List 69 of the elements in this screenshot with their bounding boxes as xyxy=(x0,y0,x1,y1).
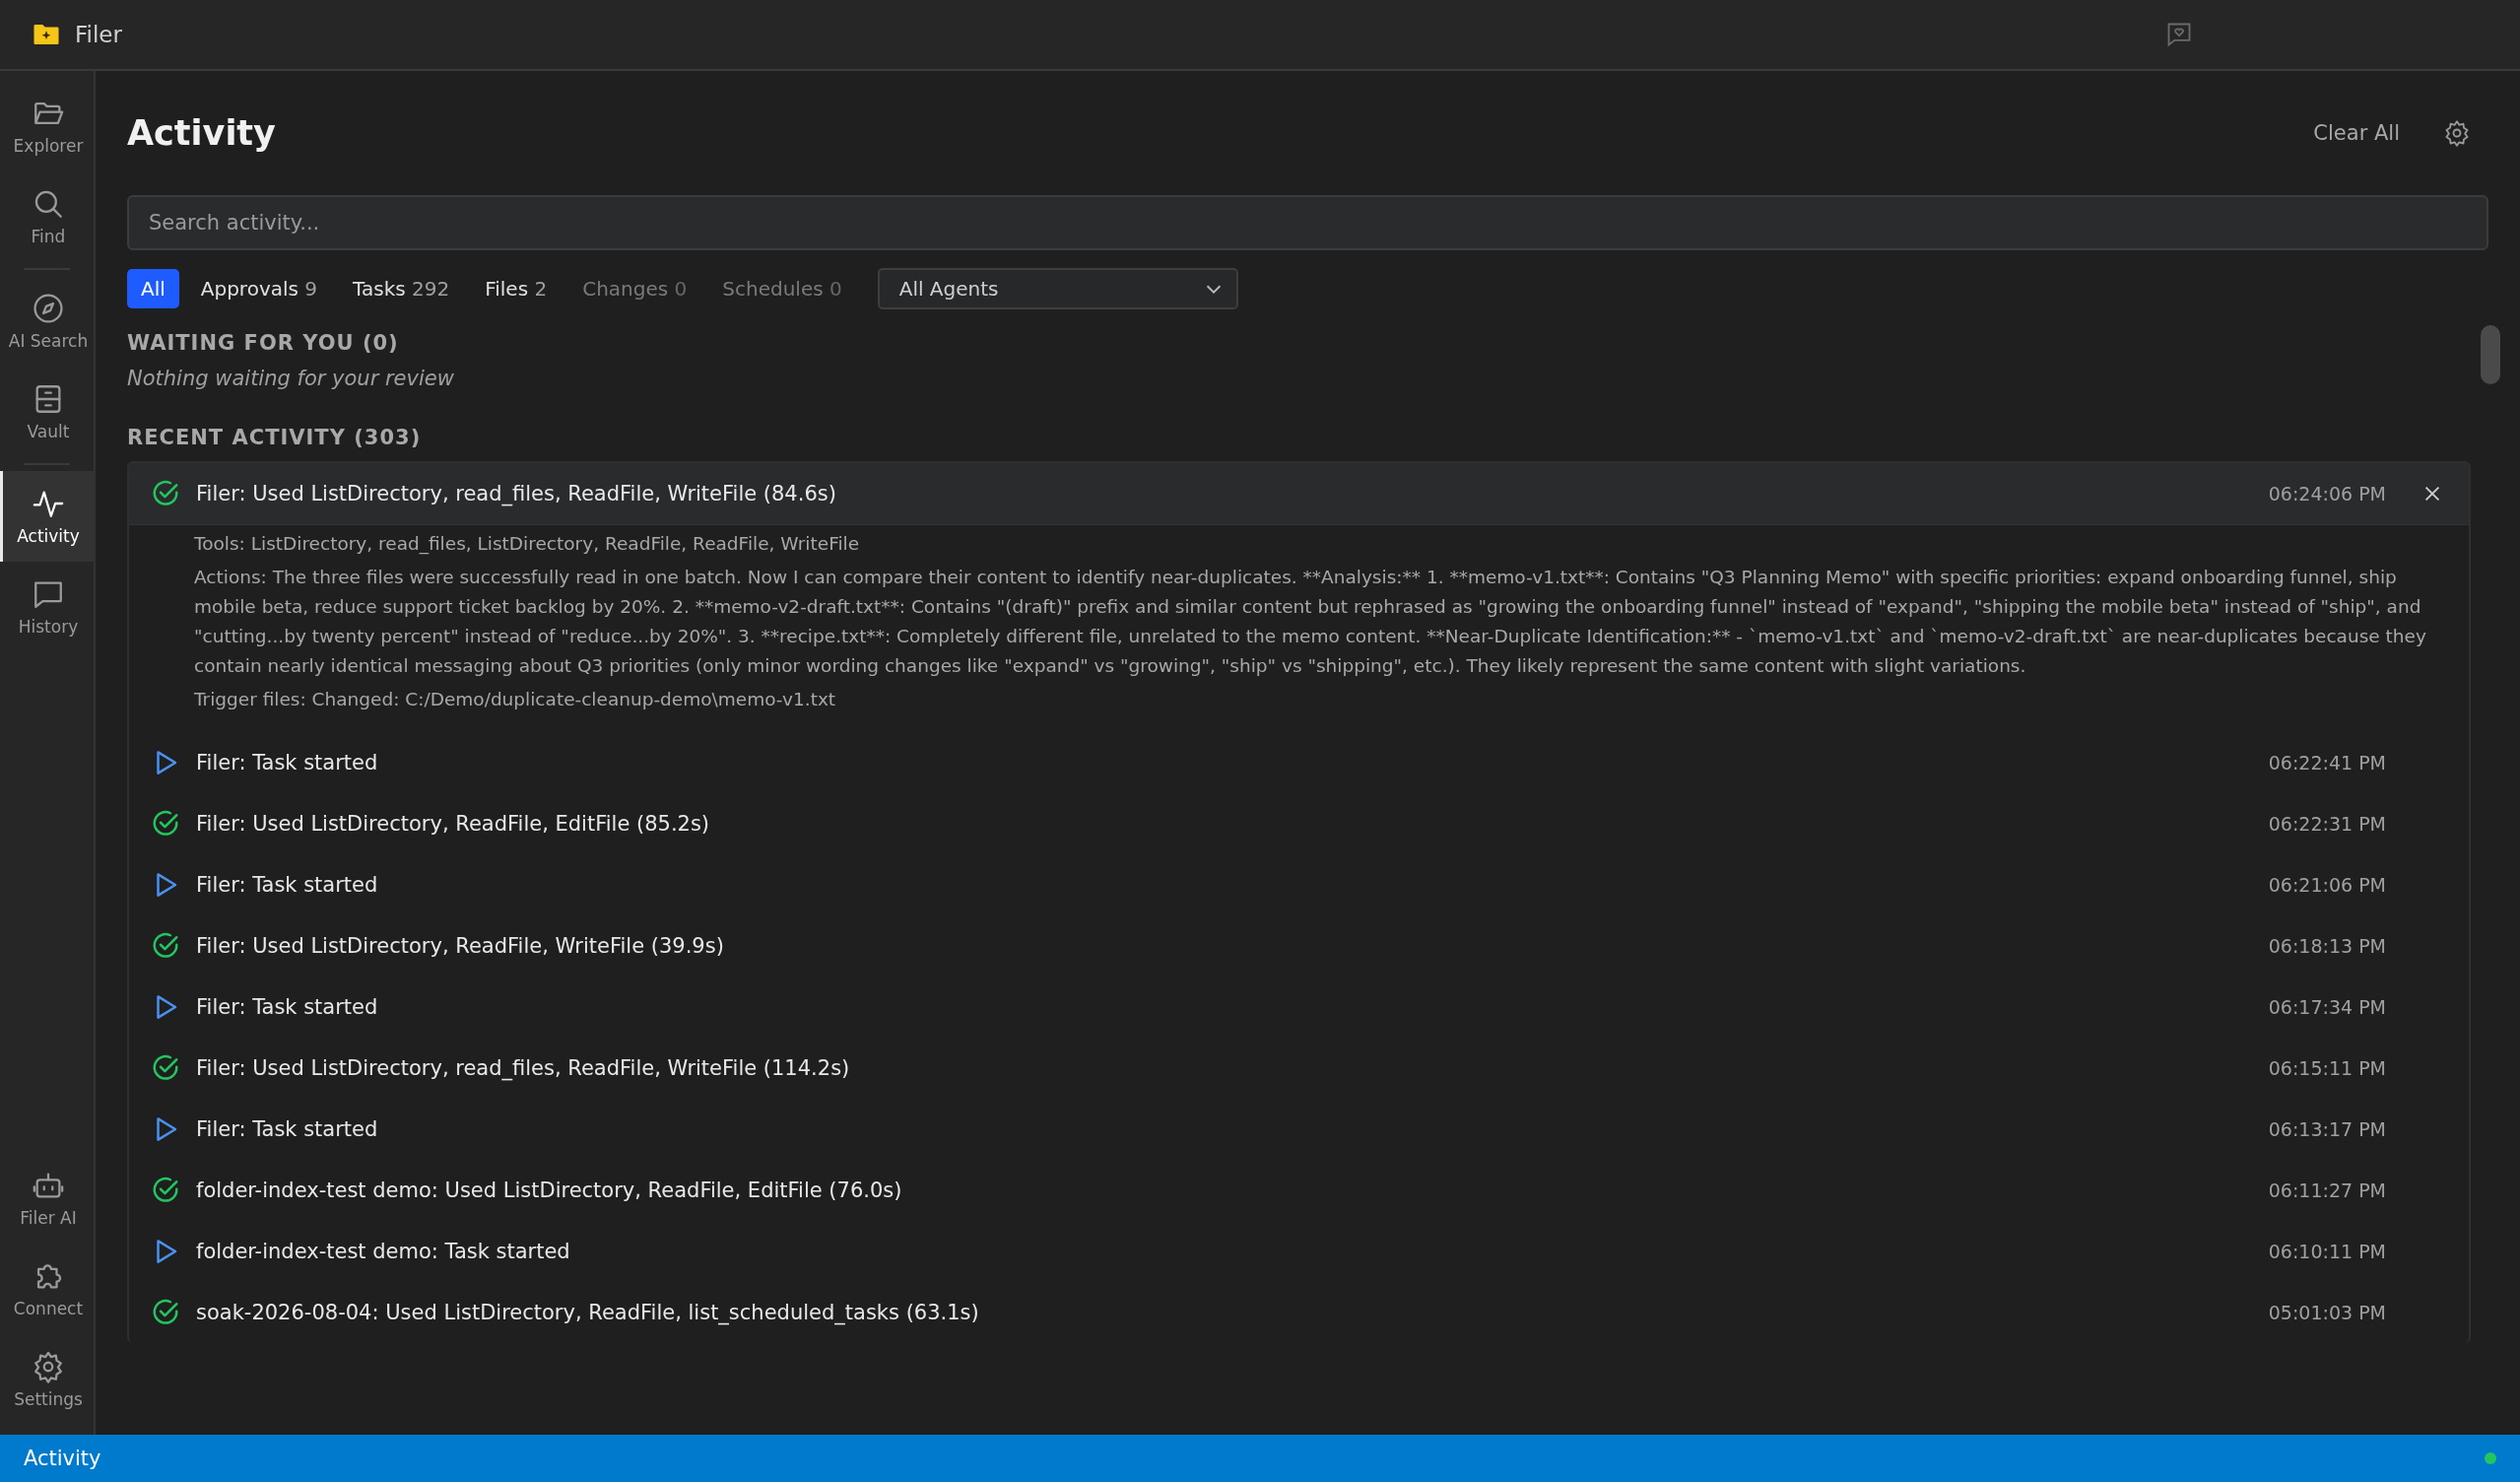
scrollbar-thumb[interactable] xyxy=(2481,325,2500,384)
activity-title: folder-index-test demo: Task started xyxy=(196,1240,570,1263)
timestamp: 06:17:34 PM xyxy=(2268,996,2386,1018)
check-circle-icon xyxy=(151,479,180,508)
activity-row[interactable]: Filer: Task started 06:13:17 PM xyxy=(129,1099,2469,1160)
activity-row[interactable]: soak-2026-08-04: Used ListDirectory, ReadFile, list_scheduled_tasks (63.1s) 05:01:03 PM xyxy=(129,1282,2469,1343)
activity-row[interactable]: Filer: Used ListDirectory, read_files, ReadFile, WriteFile (84.6s) 06:24:06 PM xyxy=(129,463,2469,525)
timestamp: 06:11:27 PM xyxy=(2268,1179,2386,1201)
timestamp: 06:21:06 PM xyxy=(2268,874,2386,896)
sidebar-item[interactable]: Find xyxy=(0,171,94,262)
activity-row[interactable]: Filer: Task started 06:17:34 PM xyxy=(129,977,2469,1038)
activity-title: folder-index-test demo: Used ListDirectory, ReadFile, EditFile (76.0s) xyxy=(196,1179,902,1202)
activity-row[interactable]: Filer: Used ListDirectory, read_files, ReadFile, WriteFile (114.2s) 06:15:11 PM xyxy=(129,1038,2469,1099)
check-circle-icon xyxy=(151,809,180,839)
sidebar-item[interactable]: History xyxy=(0,562,94,652)
activity-title: soak-2026-08-04: Used ListDirectory, ReadFile, list_scheduled_tasks (63.1s) xyxy=(196,1301,979,1324)
timestamp: 06:10:11 PM xyxy=(2268,1241,2386,1262)
agent-dropdown[interactable]: All Agents xyxy=(877,268,1238,309)
feedback-icon[interactable] xyxy=(2165,21,2193,48)
sidebar-item[interactable]: Explorer xyxy=(0,81,94,171)
filter-tab[interactable]: Tasks 292 xyxy=(339,269,464,308)
check-circle-icon xyxy=(151,1298,180,1327)
activity-title: Filer: Task started xyxy=(196,995,378,1019)
activity-row[interactable]: folder-index-test demo: Used ListDirectory, ReadFile, EditFile (76.0s) 06:11:27 PM xyxy=(129,1160,2469,1221)
check-circle-icon xyxy=(151,1176,180,1205)
sidebar-item[interactable]: Vault xyxy=(0,367,94,457)
activity-title: Filer: Used ListDirectory, read_files, ReadFile, WriteFile (84.6s) xyxy=(196,482,836,505)
activity-title: Filer: Task started xyxy=(196,873,378,897)
section-heading: WAITING FOR YOU (0) xyxy=(127,331,400,355)
timestamp: 06:22:31 PM xyxy=(2268,813,2386,835)
section-heading: RECENT ACTIVITY (303) xyxy=(127,426,423,449)
compass-icon xyxy=(32,292,65,325)
filter-tab[interactable]: Files 2 xyxy=(471,269,562,308)
filter-tab[interactable]: Approvals 9 xyxy=(186,269,332,308)
activity-row[interactable]: Filer: Used ListDirectory, ReadFile, EditFile (85.2s) 06:22:31 PM xyxy=(129,793,2469,854)
filter-tab[interactable]: All xyxy=(127,269,179,308)
detail-text: Trigger files: Changed: C:/Demo/duplicate-cleanup-demo\memo-v1.txt xyxy=(194,688,837,711)
activity-row[interactable]: Filer: Task started 06:21:06 PM xyxy=(129,854,2469,915)
activity-title: Filer: Used ListDirectory, read_files, ReadFile, WriteFile (114.2s) xyxy=(196,1056,850,1080)
search-field[interactable]: Search activity... xyxy=(127,195,2488,250)
detail-text: Actions: The three files were successfully read in one batch. Now I can compare their content to identify near-duplicates. **Analysis:** 1. **memo-v1.txt**: Contains "Q3 Planning Memo" with specific priorities: expand onboarding funnel, ship mobile beta, reduce support ticket backlog by 20%. 2. **memo-v2-draft.txt**: Contains "(draft)" prefix and similar content but rephrased as "growing the onboarding funnel" instead of "expand", "shipping the mobile beta" instead of "ship", and "cutting...by twenty percent" instead of "reduce...by 20%". 3. **recipe.txt**: Completely different file, unrelated to the memo content. **Near-Duplicate Identification:** - `memo-v1.txt` and `memo-v2-draft.txt` are near-duplicates because they contain nearly identical messaging about Q3 priorities (only minor wording changes like "expand" vs "growing", "ship" vs "shipping", etc.). They likely represent the same content with slight variations. xyxy=(194,566,2427,678)
timestamp: 06:18:13 PM xyxy=(2268,935,2386,957)
clear-all-button[interactable]: Clear All xyxy=(2307,120,2406,146)
status-text: Activity xyxy=(24,1447,101,1470)
timestamp: 05:01:03 PM xyxy=(2268,1302,2386,1323)
timestamp: 06:22:41 PM xyxy=(2268,752,2386,774)
window-title: Filer xyxy=(75,22,122,47)
sidebar-item[interactable]: Filer AI xyxy=(0,1153,94,1244)
activity-row[interactable]: folder-index-test demo: Task started 06:10:11 PM xyxy=(129,1221,2469,1282)
activity-title: Filer: Task started xyxy=(196,751,378,775)
detail-text: Tools: ListDirectory, read_files, ListDirectory, ReadFile, ReadFile, WriteFile xyxy=(194,532,861,557)
settings-icon[interactable] xyxy=(2443,119,2471,147)
timestamp: 06:24:06 PM xyxy=(2268,483,2386,505)
activity-row[interactable]: Filer: Used ListDirectory, ReadFile, WriteFile (39.9s) 06:18:13 PM xyxy=(129,915,2469,977)
sidebar-item[interactable]: Activity xyxy=(0,471,94,562)
settings-icon xyxy=(32,1350,65,1383)
sidebar-item[interactable]: Settings xyxy=(0,1334,94,1425)
activity-title: Filer: Used ListDirectory, ReadFile, EditFile (85.2s) xyxy=(196,812,710,836)
sidebar-item[interactable]: Connect xyxy=(0,1244,94,1334)
check-circle-icon xyxy=(151,1053,180,1083)
empty-message: Nothing waiting for your review xyxy=(127,367,455,390)
activity-title: Filer: Task started xyxy=(196,1117,378,1141)
activity-title: Filer: Used ListDirectory, ReadFile, WriteFile (39.9s) xyxy=(196,934,724,958)
check-circle-icon xyxy=(151,931,180,961)
sidebar-item[interactable]: AI Search xyxy=(0,276,94,367)
page-title: Activity xyxy=(127,113,276,153)
timestamp: 06:15:11 PM xyxy=(2268,1057,2386,1079)
activity-row[interactable]: Filer: Task started 06:22:41 PM xyxy=(129,732,2469,793)
timestamp: 06:13:17 PM xyxy=(2268,1118,2386,1140)
